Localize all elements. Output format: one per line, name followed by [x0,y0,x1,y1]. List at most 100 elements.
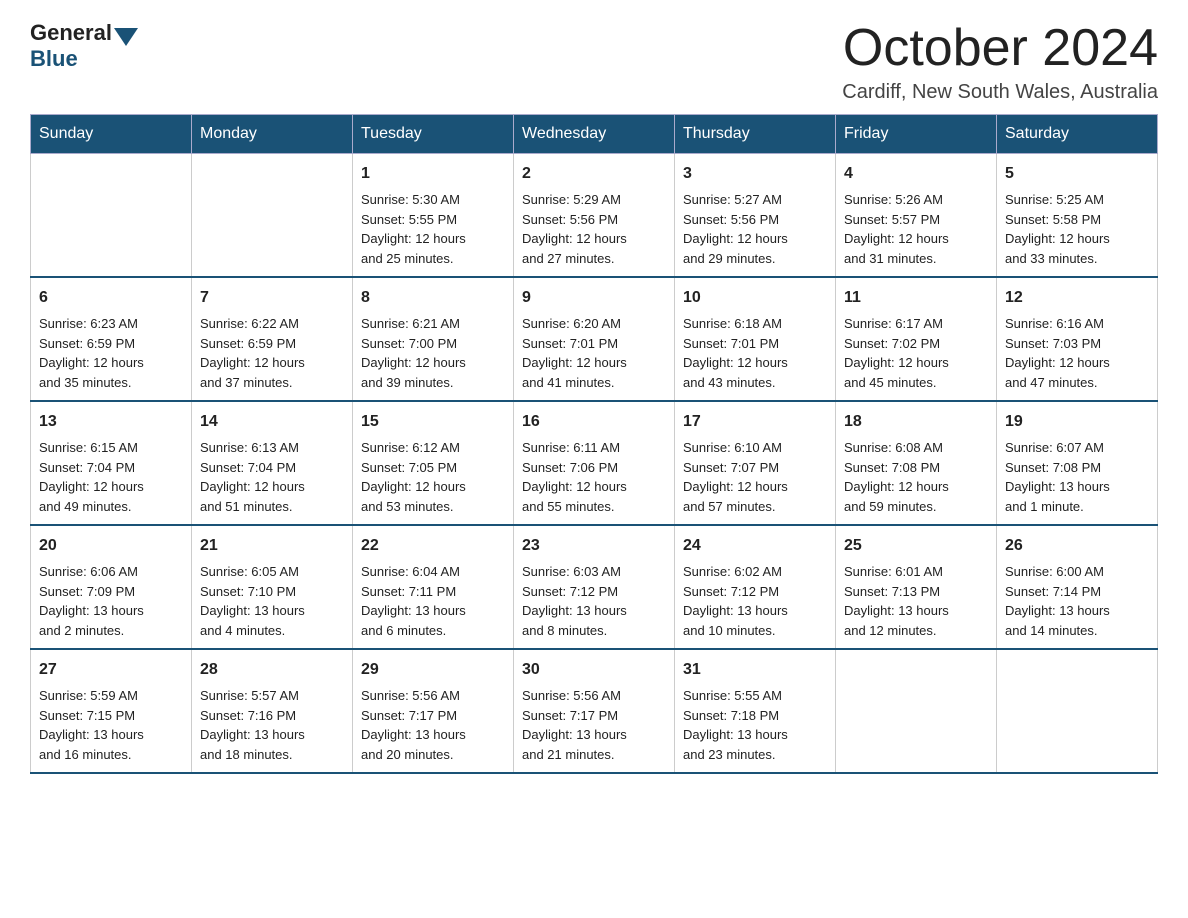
days-of-week-row: SundayMondayTuesdayWednesdayThursdayFrid… [31,115,1158,154]
calendar-day-cell: 25 Sunrise: 6:01 AM Sunset: 7:13 PM Dayli… [836,525,997,649]
day-number: 1 [361,162,505,186]
day-number: 3 [683,162,827,186]
day-of-week-header: Tuesday [353,115,514,154]
day-of-week-header: Saturday [997,115,1158,154]
calendar-day-cell: 24Sunrise: 6:02 AM Sunset: 7:12 PM Dayli… [675,525,836,649]
page-header: General Blue October 2024 Cardiff, New S… [30,20,1158,104]
day-number: 19 [1005,410,1149,434]
calendar-body: 1 Sunrise: 5:30 AM Sunset: 5:55 PM Daylig… [31,154,1158,774]
month-title: October 2024 [842,20,1158,77]
day-number: 8 [361,286,505,310]
day-number: 23 [522,534,666,558]
day-number: 22 [361,534,505,558]
day-number: 27 [39,658,183,682]
day-number: 6 [39,286,183,310]
logo: General Blue [30,20,138,72]
calendar-day-cell: 23 Sunrise: 6:03 AM Sunset: 7:12 PM Dayli… [514,525,675,649]
day-info: Sunrise: 6:03 AM Sunset: 7:12 PM Dayligh… [522,564,627,638]
calendar-day-cell: 10Sunrise: 6:18 AM Sunset: 7:01 PM Dayli… [675,277,836,401]
day-number: 28 [200,658,344,682]
day-of-week-header: Friday [836,115,997,154]
day-info: Sunrise: 6:01 AM Sunset: 7:13 PM Dayligh… [844,564,949,638]
day-info: Sunrise: 5:29 AM Sunset: 5:56 PM Dayligh… [522,192,627,266]
day-info: Sunrise: 6:23 AM Sunset: 6:59 PM Dayligh… [39,316,144,390]
day-info: Sunrise: 6:15 AM Sunset: 7:04 PM Dayligh… [39,440,144,514]
calendar-day-cell: 11Sunrise: 6:17 AM Sunset: 7:02 PM Dayli… [836,277,997,401]
calendar-day-cell: 15Sunrise: 6:12 AM Sunset: 7:05 PM Dayli… [353,401,514,525]
calendar-day-cell: 29Sunrise: 5:56 AM Sunset: 7:17 PM Dayli… [353,649,514,773]
day-info: Sunrise: 6:21 AM Sunset: 7:00 PM Dayligh… [361,316,466,390]
calendar-day-cell: 20 Sunrise: 6:06 AM Sunset: 7:09 PM Dayli… [31,525,192,649]
day-info: Sunrise: 5:57 AM Sunset: 7:16 PM Dayligh… [200,688,305,762]
calendar-week-row: 27 Sunrise: 5:59 AM Sunset: 7:15 PM Dayli… [31,649,1158,773]
calendar-week-row: 6 Sunrise: 6:23 AM Sunset: 6:59 PM Daylig… [31,277,1158,401]
calendar-day-cell: 5 Sunrise: 5:25 AM Sunset: 5:58 PM Daylig… [997,154,1158,278]
calendar-day-cell: 18 Sunrise: 6:08 AM Sunset: 7:08 PM Dayli… [836,401,997,525]
location-title: Cardiff, New South Wales, Australia [842,81,1158,104]
calendar-day-cell: 16 Sunrise: 6:11 AM Sunset: 7:06 PM Dayli… [514,401,675,525]
day-info: Sunrise: 5:56 AM Sunset: 7:17 PM Dayligh… [522,688,627,762]
day-number: 29 [361,658,505,682]
calendar-header: SundayMondayTuesdayWednesdayThursdayFrid… [31,115,1158,154]
day-number: 18 [844,410,988,434]
day-number: 5 [1005,162,1149,186]
day-info: Sunrise: 6:13 AM Sunset: 7:04 PM Dayligh… [200,440,305,514]
day-info: Sunrise: 5:59 AM Sunset: 7:15 PM Dayligh… [39,688,144,762]
calendar-day-cell: 6 Sunrise: 6:23 AM Sunset: 6:59 PM Daylig… [31,277,192,401]
calendar-day-cell: 1 Sunrise: 5:30 AM Sunset: 5:55 PM Daylig… [353,154,514,278]
calendar-day-cell: 17 Sunrise: 6:10 AM Sunset: 7:07 PM Dayli… [675,401,836,525]
day-of-week-header: Wednesday [514,115,675,154]
day-info: Sunrise: 6:20 AM Sunset: 7:01 PM Dayligh… [522,316,627,390]
day-of-week-header: Sunday [31,115,192,154]
day-number: 7 [200,286,344,310]
day-info: Sunrise: 5:26 AM Sunset: 5:57 PM Dayligh… [844,192,949,266]
day-info: Sunrise: 6:12 AM Sunset: 7:05 PM Dayligh… [361,440,466,514]
day-of-week-header: Monday [192,115,353,154]
calendar-day-cell: 12 Sunrise: 6:16 AM Sunset: 7:03 PM Dayli… [997,277,1158,401]
day-number: 12 [1005,286,1149,310]
calendar-day-cell: 22 Sunrise: 6:04 AM Sunset: 7:11 PM Dayli… [353,525,514,649]
day-number: 26 [1005,534,1149,558]
day-info: Sunrise: 6:16 AM Sunset: 7:03 PM Dayligh… [1005,316,1110,390]
day-info: Sunrise: 5:25 AM Sunset: 5:58 PM Dayligh… [1005,192,1110,266]
day-number: 4 [844,162,988,186]
calendar-day-cell: 14Sunrise: 6:13 AM Sunset: 7:04 PM Dayli… [192,401,353,525]
calendar-day-cell [836,649,997,773]
calendar-day-cell [997,649,1158,773]
day-info: Sunrise: 6:00 AM Sunset: 7:14 PM Dayligh… [1005,564,1110,638]
calendar-day-cell: 28 Sunrise: 5:57 AM Sunset: 7:16 PM Dayli… [192,649,353,773]
day-number: 31 [683,658,827,682]
calendar-day-cell: 19Sunrise: 6:07 AM Sunset: 7:08 PM Dayli… [997,401,1158,525]
calendar-day-cell: 21Sunrise: 6:05 AM Sunset: 7:10 PM Dayli… [192,525,353,649]
day-info: Sunrise: 6:22 AM Sunset: 6:59 PM Dayligh… [200,316,305,390]
day-info: Sunrise: 6:04 AM Sunset: 7:11 PM Dayligh… [361,564,466,638]
day-number: 13 [39,410,183,434]
day-info: Sunrise: 6:08 AM Sunset: 7:08 PM Dayligh… [844,440,949,514]
calendar-day-cell: 8 Sunrise: 6:21 AM Sunset: 7:00 PM Daylig… [353,277,514,401]
day-info: Sunrise: 5:55 AM Sunset: 7:18 PM Dayligh… [683,688,788,762]
day-number: 17 [683,410,827,434]
day-info: Sunrise: 5:30 AM Sunset: 5:55 PM Dayligh… [361,192,466,266]
calendar-day-cell: 13 Sunrise: 6:15 AM Sunset: 7:04 PM Dayli… [31,401,192,525]
day-info: Sunrise: 6:02 AM Sunset: 7:12 PM Dayligh… [683,564,788,638]
day-number: 20 [39,534,183,558]
day-number: 25 [844,534,988,558]
calendar-day-cell: 9Sunrise: 6:20 AM Sunset: 7:01 PM Daylig… [514,277,675,401]
calendar-week-row: 1 Sunrise: 5:30 AM Sunset: 5:55 PM Daylig… [31,154,1158,278]
calendar-day-cell [192,154,353,278]
title-section: October 2024 Cardiff, New South Wales, A… [842,20,1158,104]
day-info: Sunrise: 6:18 AM Sunset: 7:01 PM Dayligh… [683,316,788,390]
day-info: Sunrise: 6:10 AM Sunset: 7:07 PM Dayligh… [683,440,788,514]
day-info: Sunrise: 6:05 AM Sunset: 7:10 PM Dayligh… [200,564,305,638]
calendar-day-cell: 4 Sunrise: 5:26 AM Sunset: 5:57 PM Daylig… [836,154,997,278]
day-info: Sunrise: 5:27 AM Sunset: 5:56 PM Dayligh… [683,192,788,266]
day-number: 16 [522,410,666,434]
calendar-day-cell: 30 Sunrise: 5:56 AM Sunset: 7:17 PM Dayli… [514,649,675,773]
calendar-day-cell: 31 Sunrise: 5:55 AM Sunset: 7:18 PM Dayli… [675,649,836,773]
day-of-week-header: Thursday [675,115,836,154]
day-info: Sunrise: 6:11 AM Sunset: 7:06 PM Dayligh… [522,440,627,514]
calendar-day-cell [31,154,192,278]
day-number: 2 [522,162,666,186]
day-info: Sunrise: 6:06 AM Sunset: 7:09 PM Dayligh… [39,564,144,638]
day-number: 30 [522,658,666,682]
